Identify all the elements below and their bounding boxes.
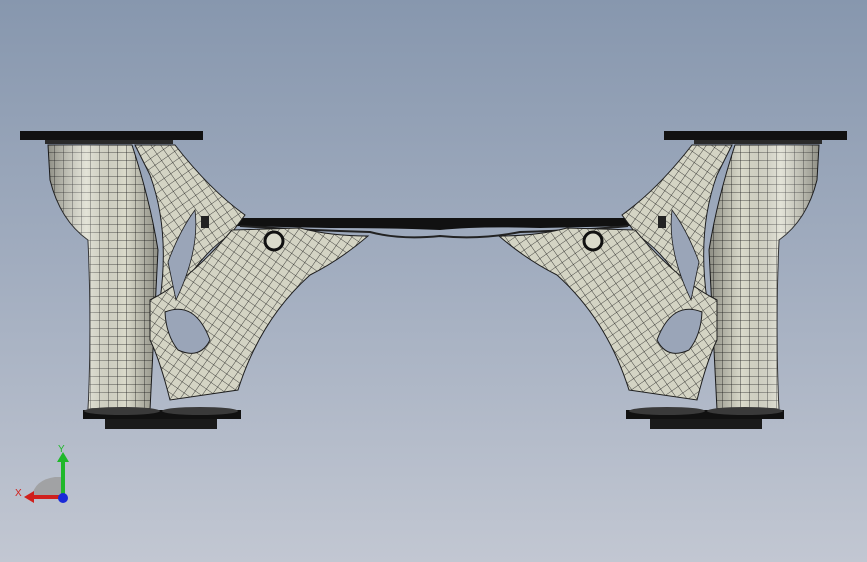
right-bolt-hole bbox=[582, 230, 604, 252]
right-top-flange bbox=[664, 131, 847, 140]
reference-triad[interactable]: Y X bbox=[10, 440, 80, 510]
left-bracket bbox=[20, 131, 370, 429]
graphics-viewport[interactable]: Y X bbox=[0, 0, 867, 562]
model-view[interactable] bbox=[0, 0, 867, 562]
left-top-flange bbox=[20, 131, 203, 140]
y-axis-label: Y bbox=[58, 444, 65, 455]
x-axis-label: X bbox=[15, 488, 22, 499]
triad-plane bbox=[32, 477, 63, 497]
left-bolt-hole bbox=[263, 230, 285, 252]
z-axis-dot bbox=[58, 493, 68, 503]
right-bracket bbox=[497, 131, 847, 429]
